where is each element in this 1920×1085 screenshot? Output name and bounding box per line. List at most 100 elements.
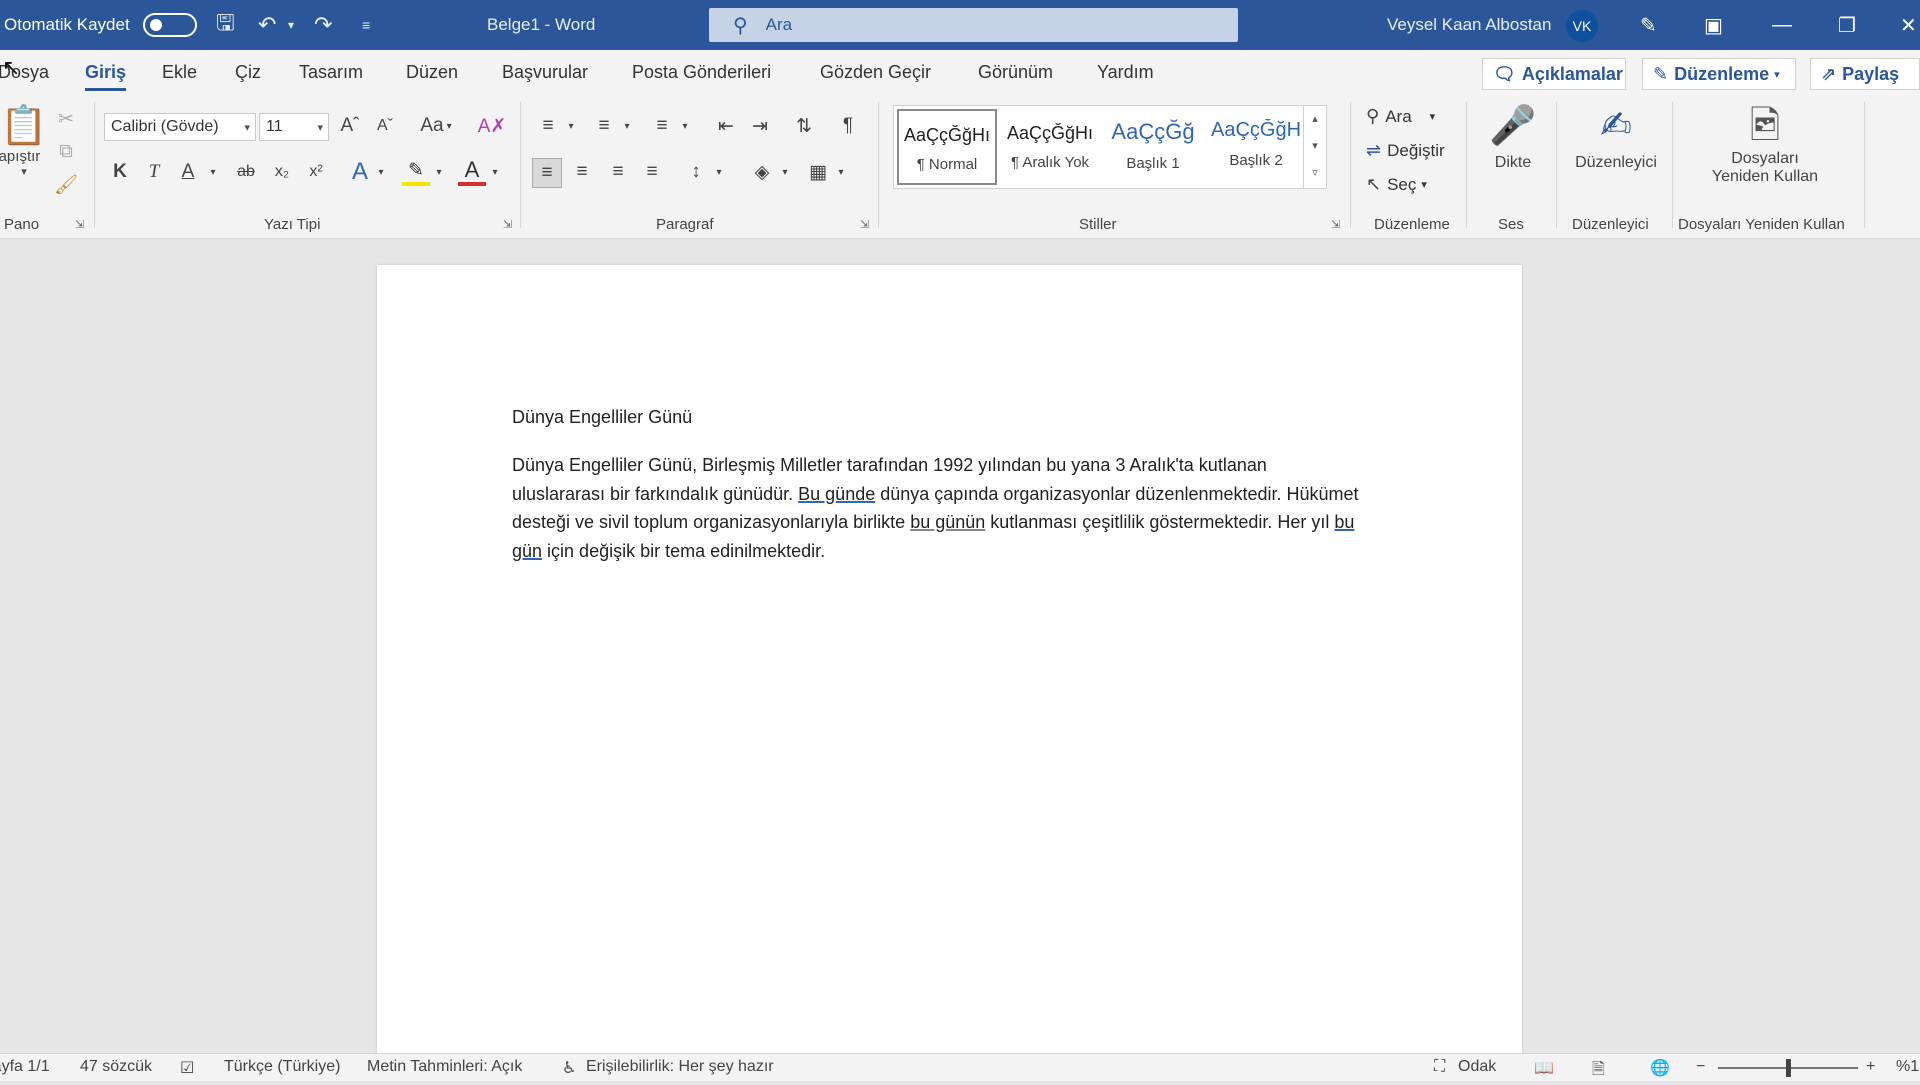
tab-mailings[interactable]: Posta Gönderileri: [632, 62, 771, 83]
paragraph-marks-icon[interactable]: ¶: [834, 112, 862, 140]
zoom-level[interactable]: %1: [1896, 1058, 1919, 1076]
comments-button[interactable]: 🗨 Açıklamalar: [1482, 58, 1626, 90]
accessibility-icon[interactable]: ♿: [562, 1058, 576, 1078]
autosave-toggle[interactable]: [143, 13, 197, 37]
borders-icon[interactable]: ▦: [804, 158, 832, 186]
format-painter-icon[interactable]: 🖌: [54, 172, 78, 198]
proofing-icon[interactable]: ☑: [180, 1058, 194, 1078]
minimize-icon[interactable]: —: [1772, 0, 1792, 50]
undo-dropdown-icon[interactable]: ▾: [288, 0, 294, 50]
line-spacing-icon[interactable]: ↕: [682, 158, 710, 186]
undo-icon[interactable]: ↶: [258, 0, 276, 50]
word-count[interactable]: 47 sözcük: [80, 1058, 152, 1076]
underline-dropdown-icon[interactable]: ▾: [205, 158, 221, 186]
shading-icon[interactable]: ◈: [748, 158, 776, 186]
align-left-icon[interactable]: ≡: [532, 158, 562, 188]
user-name[interactable]: Veysel Kaan Albostan: [1387, 0, 1551, 50]
more-styles-icon[interactable]: ▿: [1304, 160, 1326, 187]
tab-home[interactable]: Giriş: [85, 62, 127, 91]
pen-icon[interactable]: ✎: [1640, 0, 1657, 50]
bullets-icon[interactable]: ≡: [534, 112, 562, 140]
underline-button[interactable]: A: [176, 158, 200, 186]
chevron-down-icon[interactable]: ▾: [678, 112, 692, 140]
style-heading-2[interactable]: AaÇçĞğH Başlık 2: [1206, 109, 1306, 185]
paste-button[interactable]: 📋 Yapıştır ▾: [0, 104, 54, 178]
font-name-combo[interactable]: Calibri (Gövde) ▾: [104, 113, 256, 141]
subscript-icon[interactable]: x₂: [270, 158, 294, 186]
align-center-icon[interactable]: ≡: [568, 158, 596, 186]
chevron-down-icon[interactable]: ▾: [432, 158, 446, 186]
styles-launcher-icon[interactable]: ⇲: [1331, 218, 1340, 231]
grow-font-icon[interactable]: Aˆ: [337, 112, 363, 140]
chevron-down-icon[interactable]: ▾: [712, 158, 726, 186]
text-effects-icon[interactable]: A: [346, 158, 374, 186]
cut-icon[interactable]: ✂: [56, 106, 76, 132]
tab-layout[interactable]: Düzen: [406, 62, 458, 83]
zoom-in-icon[interactable]: +: [1866, 1058, 1875, 1076]
font-size-combo[interactable]: 11 ▾: [259, 113, 329, 141]
editor-button[interactable]: ✍ Düzenleyici: [1566, 104, 1666, 172]
tab-draw[interactable]: Çiz: [235, 62, 261, 83]
web-layout-icon[interactable]: 🌐: [1650, 1058, 1670, 1078]
text-predictions-status[interactable]: Metin Tahminleri: Açık: [367, 1058, 522, 1076]
multilevel-list-icon[interactable]: ≡: [648, 112, 676, 140]
select-button[interactable]: ↖ Seç ▾: [1366, 174, 1427, 195]
zoom-slider-thumb[interactable]: [1786, 1059, 1791, 1077]
align-right-icon[interactable]: ≡: [604, 158, 632, 186]
accessibility-status[interactable]: Erişilebilirlik: Her şey hazır: [586, 1058, 774, 1076]
page-count[interactable]: Sayfa 1/1: [0, 1058, 50, 1076]
chevron-down-icon[interactable]: ▾: [778, 158, 792, 186]
zoom-out-icon[interactable]: −: [1696, 1058, 1705, 1076]
clear-formatting-icon[interactable]: A✗: [478, 112, 507, 140]
document-paragraph[interactable]: Dünya Engelliler Günü, Birleşmiş Milletl…: [512, 451, 1362, 565]
customize-toolbar-icon[interactable]: ≡: [362, 0, 370, 50]
reuse-files-button[interactable]: 🖻 Dosyaları Yeniden Kullan: [1690, 104, 1840, 186]
restore-icon[interactable]: ❐: [1838, 0, 1856, 50]
editing-mode-button[interactable]: ✎ Düzenleme ▾: [1642, 58, 1796, 90]
chevron-down-icon[interactable]: ▾: [620, 112, 634, 140]
language-status[interactable]: Türkçe (Türkiye): [224, 1058, 340, 1076]
save-icon[interactable]: 🖫: [216, 0, 235, 50]
tab-review[interactable]: Gözden Geçir: [820, 62, 931, 83]
read-mode-icon[interactable]: 📖: [1534, 1058, 1554, 1078]
document-page[interactable]: Dünya Engelliler Günü Dünya Engelliler G…: [377, 265, 1522, 1055]
tab-view[interactable]: Görünüm: [978, 62, 1053, 83]
superscript-icon[interactable]: x²: [304, 158, 328, 186]
tab-design[interactable]: Tasarım: [299, 62, 363, 83]
replace-button[interactable]: ⇌ Değiştir: [1366, 140, 1445, 161]
increase-indent-icon[interactable]: ⇥: [746, 112, 774, 140]
scroll-down-icon[interactable]: ▾: [1304, 133, 1326, 160]
tab-help[interactable]: Yardım: [1097, 62, 1154, 83]
sort-icon[interactable]: ⇅: [790, 112, 818, 140]
numbering-icon[interactable]: ≡: [590, 112, 618, 140]
find-button[interactable]: ⚲ Ara ▾: [1366, 106, 1435, 127]
shrink-font-icon[interactable]: Aˇ: [372, 112, 398, 140]
tab-references[interactable]: Başvurular: [502, 62, 588, 83]
paragraph-launcher-icon[interactable]: ⇲: [860, 218, 869, 231]
font-color-icon[interactable]: A: [458, 157, 486, 186]
strikethrough-icon[interactable]: ab: [232, 158, 260, 186]
font-launcher-icon[interactable]: ⇲: [503, 218, 512, 231]
dictate-button[interactable]: 🎤 Dikte: [1478, 104, 1548, 172]
change-case-button[interactable]: Aa ▾: [414, 112, 458, 140]
styles-scrollbar[interactable]: ▴ ▾ ▿: [1303, 106, 1326, 188]
tab-insert[interactable]: Ekle: [162, 62, 197, 83]
chevron-down-icon[interactable]: ▾: [834, 158, 848, 186]
share-button[interactable]: ⇗ Paylaş: [1810, 58, 1920, 90]
focus-icon[interactable]: ⛶: [1434, 1058, 1445, 1076]
chevron-down-icon[interactable]: ▾: [374, 158, 388, 186]
avatar[interactable]: VK: [1566, 10, 1598, 42]
clipboard-launcher-icon[interactable]: ⇲: [75, 218, 84, 231]
decrease-indent-icon[interactable]: ⇤: [712, 112, 740, 140]
focus-label[interactable]: Odak: [1458, 1058, 1496, 1076]
justify-icon[interactable]: ≡: [638, 158, 666, 186]
grammar-suggestion[interactable]: bu günün: [910, 512, 985, 532]
style-heading-1[interactable]: AaÇçĞğ Başlık 1: [1103, 109, 1203, 185]
copy-icon[interactable]: ⧉: [56, 139, 76, 165]
highlight-icon[interactable]: ✎: [402, 158, 430, 186]
search-box[interactable]: ⚲ Ara: [709, 8, 1238, 42]
ribbon-display-icon[interactable]: ▣: [1704, 0, 1723, 50]
bold-button[interactable]: K: [108, 158, 132, 186]
print-layout-icon[interactable]: 🗎: [1592, 1058, 1605, 1085]
italic-button[interactable]: T: [142, 158, 166, 186]
